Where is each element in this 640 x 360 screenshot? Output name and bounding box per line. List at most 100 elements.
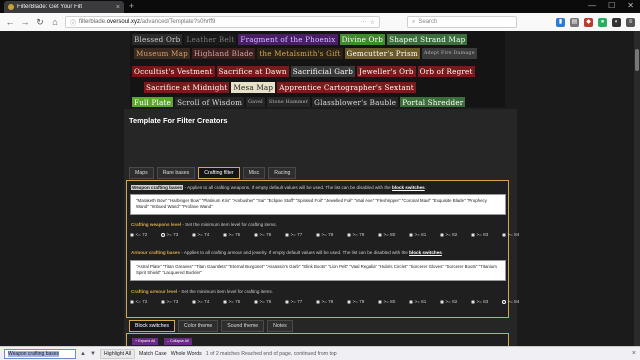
radio-dot-icon[interactable] xyxy=(471,232,475,237)
page-scrollbar[interactable] xyxy=(634,31,640,346)
level-radio[interactable]: >= 84 xyxy=(502,299,530,304)
account-icon[interactable]: ◐ xyxy=(612,17,621,27)
level-radio[interactable]: >= 82 xyxy=(440,232,468,237)
find-input[interactable]: Weapon crafting bases xyxy=(4,348,76,359)
radio-dot-icon[interactable] xyxy=(161,232,165,237)
tab-close-icon[interactable]: × xyxy=(116,4,120,11)
close-find-bar-icon[interactable]: × xyxy=(632,350,636,357)
level-radio[interactable]: >= 76 xyxy=(254,299,282,304)
radio-dot-icon[interactable] xyxy=(254,232,258,237)
level-radio[interactable]: >= 79 xyxy=(347,299,375,304)
banner-item: Sacrifice at Dawn xyxy=(216,66,289,77)
radio-dot-icon[interactable] xyxy=(378,299,382,304)
level-radio[interactable]: <= 72 xyxy=(130,232,158,237)
page-actions-icon[interactable]: ··· xyxy=(361,19,367,26)
level-radio[interactable]: >= 82 xyxy=(440,299,468,304)
new-tab-button[interactable]: + xyxy=(129,0,134,13)
level-radio[interactable]: >= 79 xyxy=(347,232,375,237)
menu-icon[interactable]: ≡ xyxy=(626,17,635,27)
extension-icon[interactable]: ● xyxy=(598,17,607,27)
collapse-all-button[interactable]: – Collapse All xyxy=(164,338,192,345)
tab-rare-bases[interactable]: Rare bases xyxy=(156,167,196,179)
highlight-all-toggle[interactable]: Highlight All xyxy=(99,348,136,359)
close-window-button[interactable]: ✕ xyxy=(627,0,634,13)
radio-dot-icon[interactable] xyxy=(285,232,289,237)
level-radio[interactable]: >= 76 xyxy=(254,232,282,237)
level-radio[interactable]: >= 81 xyxy=(409,232,437,237)
level-radio[interactable]: >= 80 xyxy=(378,299,406,304)
whole-words-checkbox[interactable]: Whole Words xyxy=(171,351,202,357)
tab-block-switches[interactable]: Block switches xyxy=(129,320,176,332)
level-radio[interactable]: >= 84 xyxy=(502,232,530,237)
radio-dot-icon[interactable] xyxy=(409,232,413,237)
bookmark-star-icon[interactable]: ☆ xyxy=(370,19,375,26)
radio-dot-icon[interactable] xyxy=(192,299,196,304)
level-radio[interactable]: >= 77 xyxy=(285,232,313,237)
block-switches-link[interactable]: block switches xyxy=(392,185,425,190)
ublock-icon[interactable]: ◆ xyxy=(584,17,593,27)
level-radio[interactable]: <= 72 xyxy=(130,299,158,304)
level-radio[interactable]: >= 77 xyxy=(285,299,313,304)
level-radio[interactable]: >= 81 xyxy=(409,299,437,304)
radio-dot-icon[interactable] xyxy=(130,299,134,304)
block-switches-link[interactable]: block switches xyxy=(409,250,442,255)
tab-color-theme[interactable]: Color theme xyxy=(178,320,219,332)
level-radio[interactable]: >= 75 xyxy=(223,232,251,237)
level-radio[interactable]: >= 80 xyxy=(378,232,406,237)
radio-dot-icon[interactable] xyxy=(378,232,382,237)
level-radio[interactable]: >= 78 xyxy=(316,232,344,237)
radio-dot-icon[interactable] xyxy=(223,299,227,304)
tab-crafting-filter[interactable]: Crafting filter xyxy=(198,167,240,179)
radio-dot-icon[interactable] xyxy=(316,299,320,304)
level-radio[interactable]: >= 78 xyxy=(316,299,344,304)
radio-dot-icon[interactable] xyxy=(502,299,506,304)
home-button[interactable]: ⌂ xyxy=(50,17,60,27)
library-icon[interactable]: ▮ xyxy=(556,17,565,27)
level-radio[interactable]: >= 74 xyxy=(192,232,220,237)
browser-tab[interactable]: FilterBlade: Get Your Filt × xyxy=(4,1,124,13)
radio-dot-icon[interactable] xyxy=(440,232,444,237)
find-next-icon[interactable]: ▼ xyxy=(90,351,96,357)
back-button[interactable]: ← xyxy=(5,17,15,27)
radio-dot-icon[interactable] xyxy=(471,299,475,304)
level-radio[interactable]: >= 73 xyxy=(161,232,189,237)
window-controls: — ☐ ✕ xyxy=(588,0,640,13)
match-case-checkbox[interactable]: Match Case xyxy=(139,351,167,357)
level-radio[interactable]: >= 83 xyxy=(471,299,499,304)
search-input[interactable]: ⌕ Search xyxy=(407,16,517,28)
scrollbar-thumb[interactable] xyxy=(635,49,639,71)
radio-label: >= 84 xyxy=(507,299,520,304)
armour-bases-textarea[interactable]: "Astral Plate" "Titan Greaves" "Titan Ga… xyxy=(130,260,506,281)
tab-notes[interactable]: Notes xyxy=(267,320,293,332)
toolbar-extension-icons: ▮ ▤ ◆ ● ◐ ≡ xyxy=(556,17,635,27)
level-radio[interactable]: >= 74 xyxy=(192,299,220,304)
radio-dot-icon[interactable] xyxy=(285,299,289,304)
tab-maps[interactable]: Maps xyxy=(129,167,154,179)
radio-dot-icon[interactable] xyxy=(130,232,134,237)
weapon-bases-textarea[interactable]: "Maraketh Bow" "Harbinger Bow" "Platinum… xyxy=(130,194,506,215)
radio-dot-icon[interactable] xyxy=(347,299,351,304)
level-radio[interactable]: >= 75 xyxy=(223,299,251,304)
radio-dot-icon[interactable] xyxy=(254,299,258,304)
level-radio[interactable]: >= 73 xyxy=(161,299,189,304)
radio-dot-icon[interactable] xyxy=(161,299,165,304)
radio-dot-icon[interactable] xyxy=(316,232,320,237)
radio-dot-icon[interactable] xyxy=(223,232,227,237)
tab-misc[interactable]: Misc xyxy=(242,167,266,179)
sidebar-icon[interactable]: ▤ xyxy=(570,17,579,27)
minimize-button[interactable]: — xyxy=(588,0,596,13)
url-bar[interactable]: ⓘ filterblade.oversoul.xyz/advanced/Temp… xyxy=(65,16,380,28)
radio-dot-icon[interactable] xyxy=(192,232,196,237)
expand-all-button[interactable]: + Expand All xyxy=(132,338,159,345)
radio-dot-icon[interactable] xyxy=(502,232,506,237)
tab-sound-theme[interactable]: Sound theme xyxy=(221,320,265,332)
maximize-button[interactable]: ☐ xyxy=(608,0,615,13)
radio-dot-icon[interactable] xyxy=(440,299,444,304)
reload-button[interactable]: ↻ xyxy=(35,17,45,28)
find-previous-icon[interactable]: ▲ xyxy=(80,351,86,357)
radio-dot-icon[interactable] xyxy=(409,299,413,304)
radio-dot-icon[interactable] xyxy=(347,232,351,237)
level-radio[interactable]: >= 83 xyxy=(471,232,499,237)
forward-button[interactable]: → xyxy=(20,17,30,27)
tab-racing[interactable]: Racing xyxy=(268,167,297,179)
